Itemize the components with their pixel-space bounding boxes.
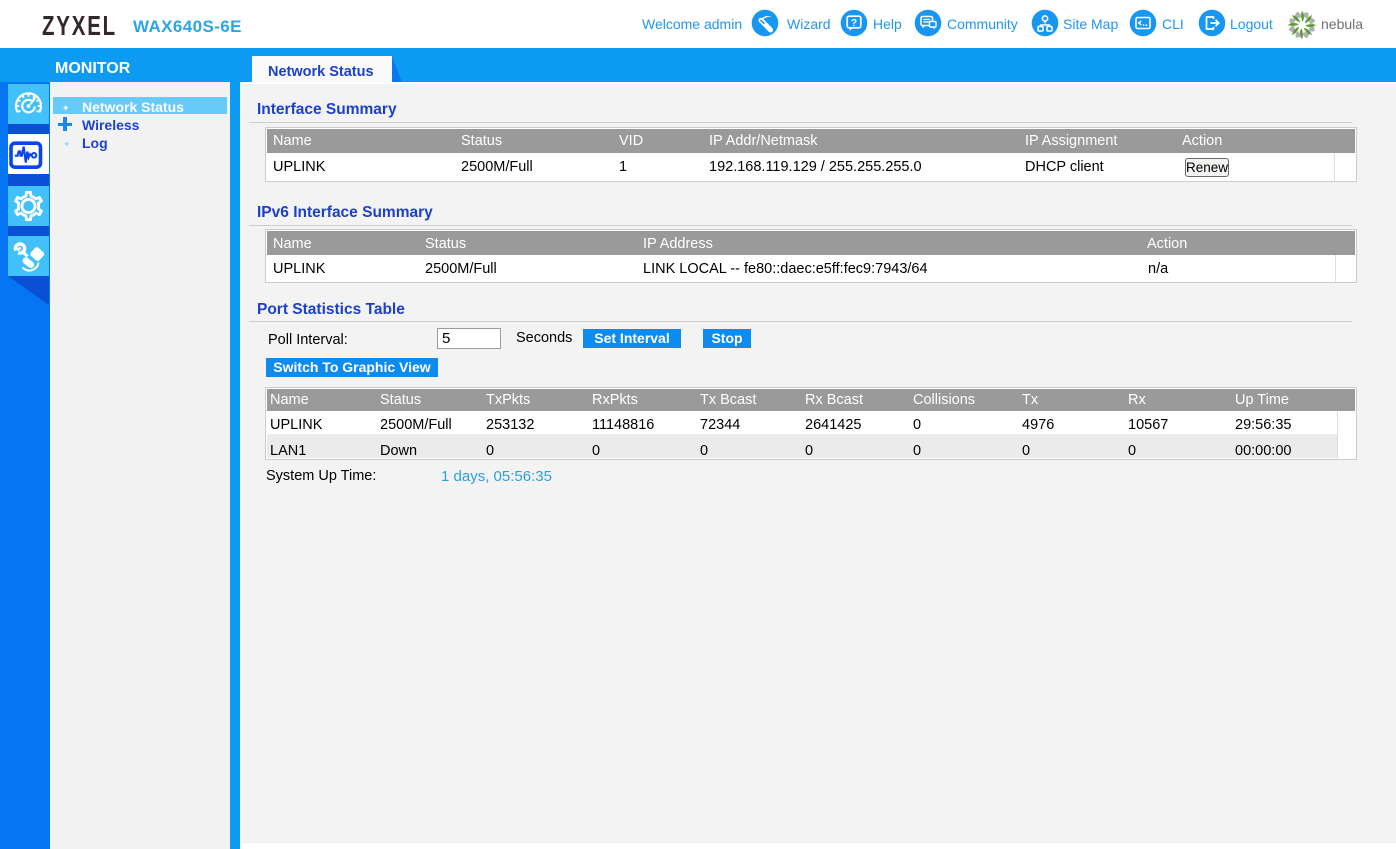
- svg-text:?: ?: [851, 17, 857, 29]
